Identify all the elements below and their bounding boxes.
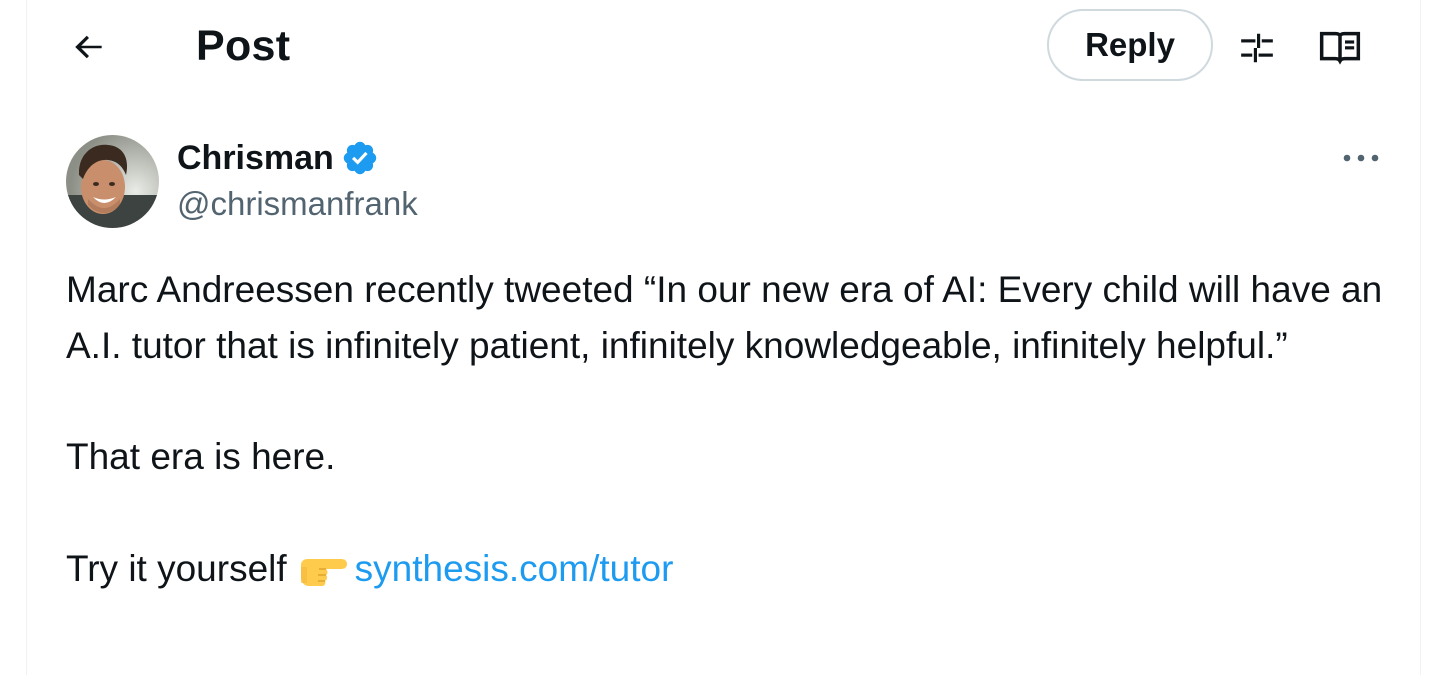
pointing-right-hand-icon [297, 547, 349, 603]
filter-settings-button[interactable] [1232, 23, 1282, 73]
tweet-text: Marc Andreessen recently tweeted “In our… [66, 262, 1386, 602]
sliders-icon [1241, 33, 1273, 63]
arrow-left-icon [75, 35, 102, 59]
avatar-photo [66, 135, 159, 228]
avatar[interactable] [66, 135, 159, 228]
tutor-link[interactable]: synthesis.com/tutor [355, 548, 674, 589]
tweet-paragraph: Marc Andreessen recently tweeted “In our… [66, 269, 1383, 366]
cta-text: Try it yourself [66, 547, 287, 589]
reader-mode-button[interactable] [1313, 21, 1367, 73]
tweet-paragraph: That era is here. [66, 436, 336, 477]
author-display-name: Chrisman [177, 139, 334, 177]
author-handle[interactable]: @chrismanfrank [177, 183, 418, 225]
tweet-cta-line: Try it yourself synthesis.com/tutor [66, 541, 1386, 603]
verified-badge-icon[interactable] [341, 139, 379, 177]
author-name[interactable]: Chrisman [177, 136, 379, 180]
back-button[interactable] [64, 22, 114, 72]
page-title: Post [196, 22, 291, 70]
more-options-button[interactable] [1338, 140, 1384, 176]
reply-button[interactable]: Reply [1047, 9, 1213, 81]
more-horizontal-icon [1343, 154, 1379, 162]
book-open-icon [1319, 31, 1361, 65]
